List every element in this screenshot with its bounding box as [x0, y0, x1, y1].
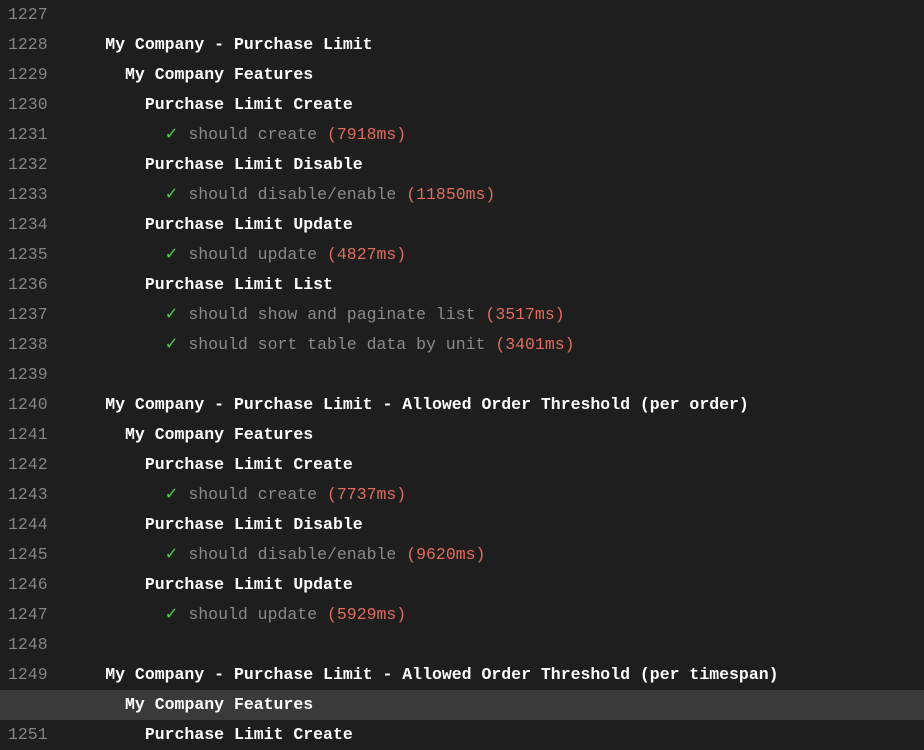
suite-label: Purchase Limit Create — [145, 455, 353, 474]
line-number: 1241 — [8, 420, 48, 450]
line-number: 1248 — [8, 630, 48, 660]
code-line[interactable]: Purchase Limit Disable — [66, 150, 914, 180]
code-line[interactable]: ✓ should update (5929ms) — [66, 600, 914, 630]
line-number: 1233 — [8, 180, 48, 210]
test-duration: (7918ms) — [327, 125, 406, 144]
suite-label: My Company Features — [125, 65, 313, 84]
code-line[interactable] — [66, 630, 914, 660]
code-line[interactable]: ✓ should disable/enable (9620ms) — [66, 540, 914, 570]
suite-label: Purchase Limit List — [145, 275, 333, 294]
checkmark-icon: ✓ — [165, 335, 179, 354]
code-line[interactable] — [66, 0, 914, 30]
code-line[interactable]: My Company - Purchase Limit - Allowed Or… — [66, 390, 914, 420]
code-line[interactable]: My Company Features — [66, 60, 914, 90]
line-number: 1229 — [8, 60, 48, 90]
line-number: 1245 — [8, 540, 48, 570]
code-line[interactable]: ✓ should create (7918ms) — [66, 120, 914, 150]
line-number: 1247 — [8, 600, 48, 630]
line-number: 1228 — [8, 30, 48, 60]
suite-label: My Company - Purchase Limit - Allowed Or… — [105, 395, 749, 414]
line-number: 1246 — [8, 570, 48, 600]
suite-label: Purchase Limit Disable — [145, 155, 363, 174]
suite-label: Purchase Limit Update — [145, 215, 353, 234]
test-description: should create — [178, 125, 327, 144]
test-duration: (4827ms) — [327, 245, 406, 264]
code-line[interactable]: ✓ should create (7737ms) — [66, 480, 914, 510]
test-description: should create — [178, 485, 327, 504]
code-line[interactable]: Purchase Limit Update — [66, 210, 914, 240]
test-duration: (7737ms) — [327, 485, 406, 504]
code-line[interactable]: My Company Features — [66, 690, 914, 720]
suite-label: My Company - Purchase Limit — [105, 35, 372, 54]
test-duration: (3517ms) — [485, 305, 564, 324]
test-description: should update — [178, 245, 327, 264]
suite-label: My Company Features — [125, 695, 313, 714]
code-line[interactable]: My Company - Purchase Limit — [66, 30, 914, 60]
test-duration: (9620ms) — [406, 545, 485, 564]
suite-label: Purchase Limit Update — [145, 575, 353, 594]
line-number: 1231 — [8, 120, 48, 150]
suite-label: Purchase Limit Disable — [145, 515, 363, 534]
test-duration: (11850ms) — [406, 185, 495, 204]
line-number: 1238 — [8, 330, 48, 360]
line-number: 1249 — [8, 660, 48, 690]
test-output-editor: 1227122812291230123112321233123412351236… — [0, 0, 924, 750]
test-description: should update — [178, 605, 327, 624]
checkmark-icon: ✓ — [165, 245, 179, 264]
line-number-gutter: 1227122812291230123112321233123412351236… — [0, 0, 66, 750]
checkmark-icon: ✓ — [165, 125, 179, 144]
editor-pane[interactable]: 1227122812291230123112321233123412351236… — [0, 0, 924, 750]
line-number: 1237 — [8, 300, 48, 330]
test-description: should disable/enable — [178, 545, 406, 564]
code-line[interactable]: My Company Features — [66, 420, 914, 450]
code-line[interactable]: ✓ should show and paginate list (3517ms) — [66, 300, 914, 330]
editor-content[interactable]: My Company - Purchase Limit My Company F… — [66, 0, 924, 750]
line-number: 1251 — [8, 720, 48, 750]
suite-label: Purchase Limit Create — [145, 95, 353, 114]
checkmark-icon: ✓ — [165, 485, 179, 504]
test-description: should sort table data by unit — [178, 335, 495, 354]
suite-label: My Company - Purchase Limit - Allowed Or… — [105, 665, 778, 684]
code-line[interactable]: Purchase Limit Update — [66, 570, 914, 600]
code-line[interactable]: ✓ should update (4827ms) — [66, 240, 914, 270]
checkmark-icon: ✓ — [165, 545, 179, 564]
line-number: 1240 — [8, 390, 48, 420]
line-number: 1243 — [8, 480, 48, 510]
code-line[interactable]: Purchase Limit Create — [66, 720, 914, 750]
line-number: 1242 — [8, 450, 48, 480]
line-number: 1239 — [8, 360, 48, 390]
code-line[interactable] — [66, 360, 914, 390]
line-number: 1234 — [8, 210, 48, 240]
code-line[interactable]: Purchase Limit Create — [66, 450, 914, 480]
test-duration: (3401ms) — [495, 335, 574, 354]
line-number: 1244 — [8, 510, 48, 540]
suite-label: Purchase Limit Create — [145, 725, 353, 744]
test-description: should disable/enable — [178, 185, 406, 204]
code-line[interactable]: My Company - Purchase Limit - Allowed Or… — [66, 660, 914, 690]
test-description: should show and paginate list — [178, 305, 485, 324]
code-line[interactable]: ✓ should disable/enable (11850ms) — [66, 180, 914, 210]
code-line[interactable]: ✓ should sort table data by unit (3401ms… — [66, 330, 914, 360]
suite-label: My Company Features — [125, 425, 313, 444]
checkmark-icon: ✓ — [165, 185, 179, 204]
checkmark-icon: ✓ — [165, 305, 179, 324]
line-number: 1232 — [8, 150, 48, 180]
line-number: 1235 — [8, 240, 48, 270]
code-line[interactable]: Purchase Limit List — [66, 270, 914, 300]
line-number: 1236 — [8, 270, 48, 300]
checkmark-icon: ✓ — [165, 605, 179, 624]
line-number: 1230 — [8, 90, 48, 120]
code-line[interactable]: Purchase Limit Create — [66, 90, 914, 120]
line-number: 1227 — [8, 0, 48, 30]
code-line[interactable]: Purchase Limit Disable — [66, 510, 914, 540]
test-duration: (5929ms) — [327, 605, 406, 624]
